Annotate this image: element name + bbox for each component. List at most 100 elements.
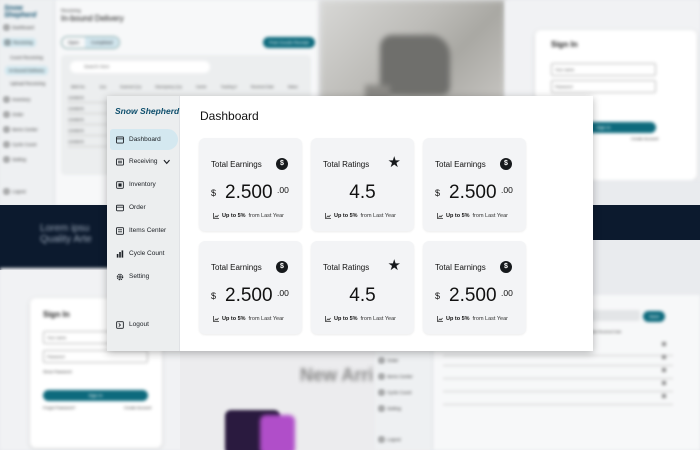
bg-breadcrumb: Receiving (61, 8, 81, 13)
bg-navy-banner: Lorem ipsu Quality Arte (0, 205, 110, 270)
trend-text: from Last Year (248, 213, 284, 219)
stat-value: 2.500 (225, 285, 273, 306)
sidebar-item-receiving[interactable]: Receiving (110, 151, 178, 172)
stat-cents: .00 (501, 185, 513, 195)
bg-signin-password: Password (43, 350, 148, 363)
trend-chart-icon (213, 213, 219, 219)
bg-tab-open: Open (68, 40, 80, 45)
stat-card-earnings[interactable]: Total Earnings $ $ 2.500 .00 Up to 5% fr… (423, 241, 526, 334)
logout-icon (116, 320, 124, 329)
sidebar-item-label: Setting (129, 273, 150, 280)
currency-symbol: $ (211, 291, 217, 301)
bg-status-tabs: Open Completed (61, 36, 120, 49)
dollar-icon: $ (276, 158, 288, 170)
sidebar-item-inventory[interactable]: Inventory (110, 174, 178, 195)
trend-chart-icon (437, 316, 443, 322)
currency-symbol: $ (435, 291, 441, 301)
trend-chart-icon (325, 316, 331, 322)
bg-nav-items: Items Center (4, 127, 38, 132)
dashboard-window: Snow Shepherd Dashboard Receiving Invent… (107, 96, 593, 351)
stat-card-ratings[interactable]: Total Ratings ★ 4.5 Up to 5% from Last Y… (311, 138, 414, 231)
trend-text: from Last Year (472, 213, 508, 219)
sidebar-item-dashboard[interactable]: Dashboard (110, 129, 178, 150)
order-icon (116, 204, 124, 211)
trend-percent: Up to 5% (222, 213, 246, 219)
trend-percent: Up to 5% (334, 316, 358, 322)
bg-nav-receiving: Receiving (2, 38, 36, 47)
sidebar-item-label: Dashboard (129, 136, 161, 143)
logout-label: Logout (129, 321, 149, 328)
logout-button[interactable]: Logout (110, 314, 178, 335)
bg-items-save-button: Save (643, 311, 666, 322)
bg-post-goods-button: Post Goods Receipt (263, 37, 316, 48)
main-content: Dashboard Total Earnings $ $ 2.500 .00 U… (180, 96, 593, 351)
stat-card-earnings[interactable]: Total Earnings $ $ 2.500 .00 Up to 5% fr… (199, 241, 302, 334)
bg-signin-username: Your name (551, 63, 656, 76)
stat-card-label: Total Earnings (211, 160, 262, 169)
gear-icon (116, 273, 124, 280)
stat-card-label: Total Earnings (435, 160, 486, 169)
bg-nav-logout: Logout (4, 189, 26, 194)
bg-signin-password: Password (551, 80, 656, 93)
bg-hero-text: New Arri (300, 365, 374, 385)
sidebar-item-label: Inventory (129, 181, 156, 188)
bg-table-row: 12345678 (68, 116, 108, 125)
bg-forgot-password: Forgot Password? (43, 405, 76, 410)
stat-card-label: Total Ratings (323, 263, 370, 272)
sidebar-item-label: Receiving (129, 158, 158, 165)
bg-signin-title: Sign In (43, 310, 70, 319)
dollar-icon: $ (500, 158, 512, 170)
bg-subnav-count: Count Receiving (10, 55, 44, 60)
sidebar-item-cycle-count[interactable]: Cycle Count (110, 243, 178, 264)
bg-navy-banner-right (590, 205, 700, 240)
stat-card-earnings[interactable]: Total Earnings $ $ 2.500 .00 Up to 5% fr… (199, 138, 302, 231)
bg-table-row: 12345678 (68, 105, 108, 114)
stat-card-label: Total Earnings (211, 263, 262, 272)
trend-percent: Up to 5% (446, 316, 470, 322)
bg-nav-setting: Setting (4, 157, 26, 162)
stat-trend: Up to 5% from Last Year (325, 213, 396, 219)
bg-page-title: In-bound Delivery (61, 14, 124, 23)
stat-trend: Up to 5% from Last Year (437, 213, 508, 219)
trend-chart-icon (437, 213, 443, 219)
stat-value: 4.5 (349, 182, 376, 203)
sidebar-item-label: Items Center (129, 227, 167, 234)
chevron-down-icon[interactable] (163, 159, 170, 165)
dollar-icon: $ (500, 261, 512, 273)
stat-trend: Up to 5% from Last Year (213, 316, 284, 322)
sidebar-item-label: Order (129, 204, 146, 211)
trend-percent: Up to 5% (334, 213, 358, 219)
bg-nav-inventory: Inventory (4, 97, 31, 102)
bg-show-password: Show Password (43, 369, 72, 374)
items-center-icon (116, 226, 124, 235)
stat-card-label: Total Earnings (435, 263, 486, 272)
sidebar: Snow Shepherd Dashboard Receiving Invent… (107, 96, 180, 351)
bg-table-row: 12345678 (68, 127, 108, 136)
bg-items-header: Date Received Date (590, 330, 622, 334)
trend-text: from Last Year (248, 316, 284, 322)
trend-chart-icon (325, 213, 331, 219)
brand-logo[interactable]: Snow Shepherd (115, 106, 179, 116)
stat-card-label: Total Ratings (323, 160, 370, 169)
stat-value: 2.500 (449, 182, 497, 203)
stat-trend: Up to 5% from Last Year (437, 316, 508, 322)
trend-text: from Last Year (360, 213, 396, 219)
stat-trend: Up to 5% from Last Year (325, 316, 396, 322)
bg-search-input: Search Here (70, 61, 210, 73)
sidebar-item-order[interactable]: Order (110, 197, 178, 218)
star-icon: ★ (387, 154, 401, 171)
stat-cents: .00 (501, 288, 513, 298)
sidebar-item-setting[interactable]: Setting (110, 266, 178, 287)
trend-percent: Up to 5% (222, 316, 246, 322)
bg-items-nav-items: Items Center (379, 374, 413, 379)
stat-card-ratings[interactable]: Total Ratings ★ 4.5 Up to 5% from Last Y… (311, 241, 414, 334)
stat-card-earnings[interactable]: Total Earnings $ $ 2.500 .00 Up to 5% fr… (423, 138, 526, 231)
trend-text: from Last Year (360, 316, 396, 322)
bg-receiving-logo: Snow Shepherd (4, 5, 37, 19)
bg-signin-button: Sign In (43, 390, 148, 401)
currency-symbol: $ (211, 188, 217, 198)
currency-symbol: $ (435, 188, 441, 198)
trend-percent: Up to 5% (446, 213, 470, 219)
page-title: Dashboard (200, 109, 259, 123)
sidebar-item-items-center[interactable]: Items Center (110, 220, 178, 241)
